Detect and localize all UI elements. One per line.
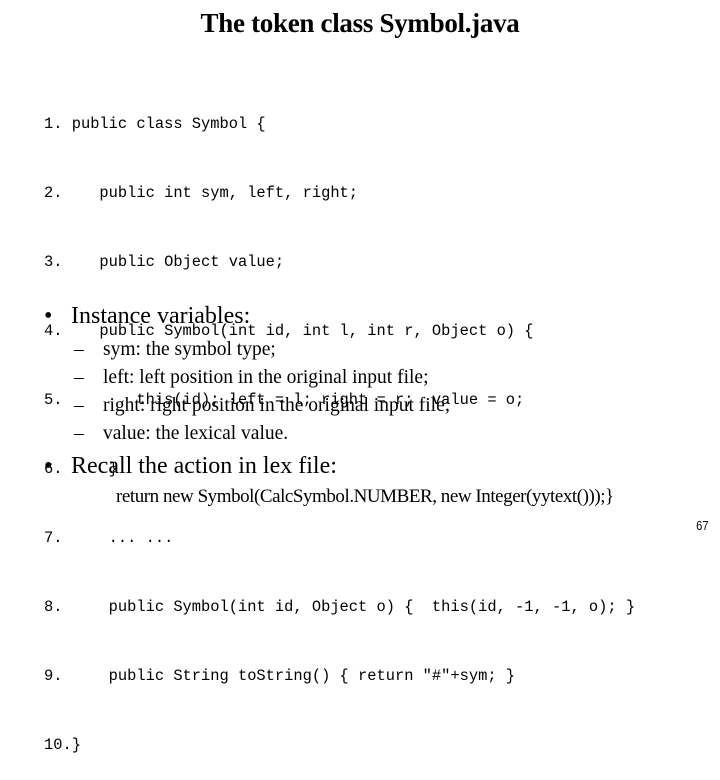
slide-title: The token class Symbol.java bbox=[200, 8, 520, 38]
sub-item-text: left: left position in the original inpu… bbox=[103, 367, 429, 388]
code-text: public Object value; bbox=[71, 253, 285, 271]
line-number: 8. bbox=[44, 598, 72, 616]
line-number: 10. bbox=[44, 736, 72, 754]
dash-icon: – bbox=[74, 339, 84, 360]
code-text: } bbox=[71, 736, 81, 754]
code-line: 9. public String toString() { return "#"… bbox=[44, 665, 635, 688]
line-number: 5. bbox=[44, 391, 72, 409]
code-line: 10.} bbox=[44, 734, 635, 757]
dash-icon: – bbox=[74, 367, 84, 388]
line-number: 9. bbox=[44, 667, 72, 685]
code-text: public Symbol(int id, Object o) { this(i… bbox=[71, 598, 636, 616]
sub-item-value: – value: the lexical value. bbox=[74, 420, 288, 448]
code-line: 1. public class Symbol { bbox=[44, 113, 635, 136]
line-number: 1. bbox=[44, 115, 72, 133]
dash-icon: – bbox=[74, 423, 84, 444]
code-text: public int sym, left, right; bbox=[71, 184, 359, 202]
bullet-icon: • bbox=[44, 453, 53, 479]
sub-item-text: value: the lexical value. bbox=[103, 423, 289, 444]
sub-item-right: – right: right position in the original i… bbox=[74, 392, 450, 420]
code-line: 8. public Symbol(int id, Object o) { thi… bbox=[44, 596, 635, 619]
bullet-heading: Recall the action in lex file: bbox=[71, 453, 337, 479]
code-text: public class Symbol { bbox=[71, 115, 266, 133]
line-number: 7. bbox=[44, 529, 72, 547]
lex-action-code: return new Symbol(CalcSymbol.NUMBER, new… bbox=[116, 486, 614, 507]
page-number: 67 bbox=[695, 518, 708, 533]
line-number: 3. bbox=[44, 253, 72, 271]
sub-item-left: – left: left position in the original inp… bbox=[74, 364, 428, 392]
line-number: 2. bbox=[44, 184, 72, 202]
code-line: 2. public int sym, left, right; bbox=[44, 182, 635, 205]
bullet-recall-action: • Recall the action in lex file: bbox=[44, 453, 337, 480]
bullet-heading: Instance variables: bbox=[71, 303, 251, 329]
code-line: 3. public Object value; bbox=[44, 251, 635, 274]
code-text: public String toString() { return "#"+sy… bbox=[71, 667, 516, 685]
sub-item-text: right: right position in the original in… bbox=[103, 395, 451, 416]
sub-item-text: sym: the symbol type; bbox=[103, 339, 276, 360]
bullet-icon: • bbox=[44, 303, 53, 329]
sub-item-sym: – sym: the symbol type; bbox=[74, 336, 276, 364]
dash-icon: – bbox=[74, 395, 84, 416]
bullet-instance-variables: • Instance variables: bbox=[44, 303, 250, 330]
code-line: 7. ... ... bbox=[44, 527, 635, 550]
code-text: ... ... bbox=[71, 529, 174, 547]
